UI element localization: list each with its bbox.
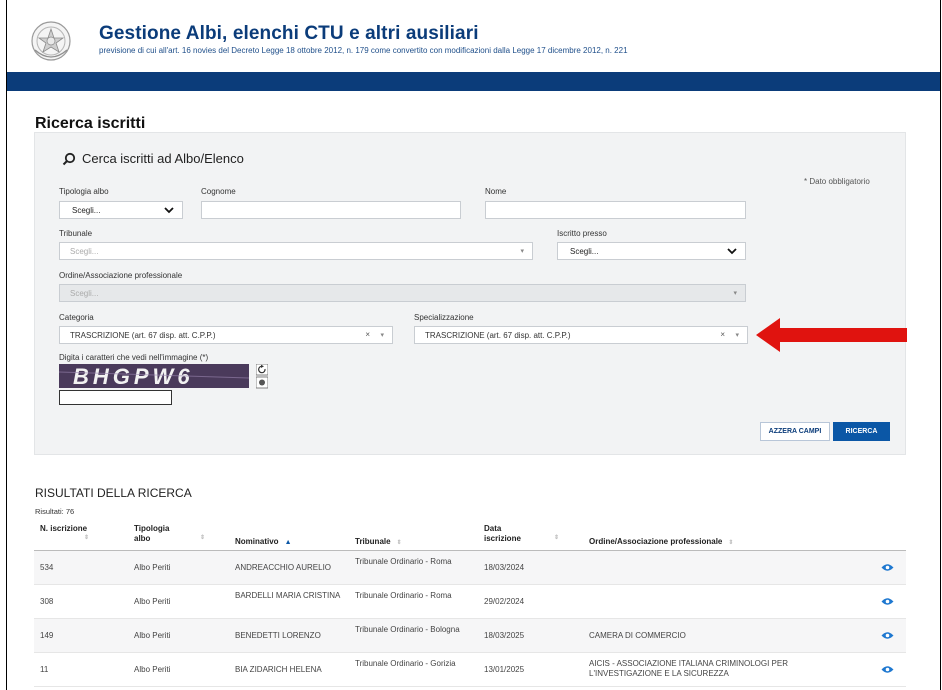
window-border-right (940, 0, 941, 690)
cell-data: 18/03/2024 (484, 563, 525, 572)
caret-down-icon: ▾ (733, 290, 737, 297)
site-title[interactable]: Gestione Albi, elenchi CTU e altri ausil… (99, 23, 479, 45)
cell-n: 534 (40, 563, 54, 572)
window-border-left (6, 0, 7, 690)
clear-icon[interactable]: × (365, 330, 370, 339)
refresh-captcha-icon[interactable] (256, 364, 268, 376)
reset-button[interactable]: AZZERA CAMPI (760, 422, 830, 441)
search-panel-heading: Cerca iscritti ad Albo/Elenco (62, 151, 244, 166)
cognome-input[interactable] (201, 201, 461, 219)
cell-tipologia: Albo Periti (134, 597, 171, 606)
iscritto-presso-select[interactable]: Scegli... (557, 242, 746, 260)
required-note: * Dato obbligatorio (804, 177, 870, 186)
tribunale-label: Tribunale (59, 229, 93, 238)
specializzazione-value: TRASCRIZIONE (art. 67 disp. att. C.P.P.) (425, 330, 571, 340)
site-subtitle: previsione di cui all'art. 16 novies del… (99, 46, 628, 55)
cell-nominativo: BENEDETTI LORENZO (235, 631, 321, 640)
cell-n: 149 (40, 631, 54, 640)
cell-nominativo: BIA ZIDARICH HELENA (235, 665, 322, 674)
eye-icon[interactable] (881, 665, 894, 674)
captcha-label: Digita i caratteri che vedi nell'immagin… (59, 353, 209, 362)
results-count: Risultati: 76 (35, 507, 75, 516)
sort-icon: ⇕ (84, 535, 90, 541)
caret-down-icon: ▾ (520, 248, 524, 255)
specializzazione-select[interactable]: TRASCRIZIONE (art. 67 disp. att. C.P.P.)… (414, 326, 748, 344)
table-header: N. iscrizione ⇕ Tipologia albo ⇕ Nominativ… (34, 519, 906, 551)
nome-label: Nome (485, 187, 507, 196)
sort-icon: ⇕ (396, 540, 402, 546)
tribunale-select[interactable]: Scegli... ▾ (59, 242, 533, 260)
cell-data: 18/03/2025 (484, 631, 525, 640)
audio-captcha-icon[interactable] (256, 376, 268, 389)
table-row[interactable]: 308 Albo Periti BARDELLI MARIA CRISTINA … (34, 585, 906, 619)
iscritto-presso-value: Scegli... (570, 246, 599, 256)
page-title: Ricerca iscritti (35, 115, 146, 132)
table-row[interactable]: 534 Albo Periti ANDREACCHIO AURELIO Trib… (34, 551, 906, 585)
cell-tipologia: Albo Periti (134, 563, 171, 572)
sort-icon: ⇕ (554, 535, 560, 541)
cell-tipologia: Albo Periti (134, 631, 171, 640)
nome-input[interactable] (485, 201, 746, 219)
search-icon (62, 152, 76, 165)
results-table: N. iscrizione ⇕ Tipologia albo ⇕ Nominativ… (34, 519, 906, 687)
cell-tipologia: Albo Periti (134, 665, 171, 674)
cell-tribunale: Tribunale Ordinario - Gorizia (355, 659, 456, 668)
sort-ascending-icon: ▲ (284, 539, 292, 546)
caret-down-icon: ▾ (735, 332, 739, 339)
captcha-controls (256, 364, 268, 389)
tipologia-label: Tipologia albo (59, 187, 109, 196)
tipologia-value: Scegli... (72, 205, 101, 215)
eye-icon[interactable] (881, 631, 894, 640)
ordine-select: Scegli... ▾ (59, 284, 746, 302)
ordine-label: Ordine/Associazione professionale (59, 271, 183, 280)
specializzazione-label: Specializzazione (414, 313, 474, 322)
cell-tribunale: Tribunale Ordinario - Roma (355, 557, 452, 566)
cell-n: 11 (40, 665, 49, 674)
clear-icon[interactable]: × (720, 330, 725, 339)
column-header-tribunale[interactable]: Tribunale ⇕ (355, 537, 402, 548)
tribunale-placeholder: Scegli... (70, 246, 99, 256)
column-header-ordine[interactable]: Ordine/Associazione professionale ⇕ (589, 537, 733, 548)
column-header-n-iscrizione[interactable]: N. iscrizione ⇕ (40, 524, 89, 541)
captcha-image: BHGPW6 (59, 364, 249, 388)
republic-emblem-icon (31, 21, 71, 61)
search-button[interactable]: RICERCA (833, 422, 890, 441)
chevron-down-icon (164, 207, 174, 214)
results-title: RISULTATI DELLA RICERCA (35, 486, 192, 500)
navigation-bar (7, 72, 940, 91)
cell-n: 308 (40, 597, 54, 606)
column-header-data[interactable]: Data iscrizione ⇕ (484, 524, 559, 544)
cell-ordine: AICIS - ASSOCIAZIONE ITALIANA CRIMINOLOG… (589, 659, 789, 678)
ordine-placeholder: Scegli... (70, 288, 99, 298)
cell-nominativo: ANDREACCHIO AURELIO (235, 563, 332, 572)
tipologia-select[interactable]: Scegli... (59, 201, 183, 219)
cell-data: 13/01/2025 (484, 665, 525, 674)
column-header-nominativo[interactable]: Nominativo ▲ (235, 537, 292, 548)
cell-ordine: CAMERA DI COMMERCIO (589, 631, 686, 640)
cell-tribunale: Tribunale Ordinario - Bologna (355, 625, 460, 634)
categoria-select[interactable]: TRASCRIZIONE (art. 67 disp. att. C.P.P.)… (59, 326, 393, 344)
sort-icon: ⇕ (200, 535, 206, 541)
table-row[interactable]: 11 Albo Periti BIA ZIDARICH HELENA Tribu… (34, 653, 906, 687)
red-arrow-annotation (756, 318, 907, 352)
iscritto-presso-label: Iscritto presso (557, 229, 607, 238)
caret-down-icon: ▾ (380, 332, 384, 339)
sort-icon: ⇕ (728, 540, 734, 546)
chevron-down-icon (727, 248, 737, 255)
eye-icon[interactable] (881, 563, 894, 572)
table-row[interactable]: 149 Albo Periti BENEDETTI LORENZO Tribun… (34, 619, 906, 653)
captcha-input[interactable] (59, 390, 172, 405)
cell-tribunale: Tribunale Ordinario - Roma (355, 591, 452, 600)
categoria-value: TRASCRIZIONE (art. 67 disp. att. C.P.P.) (70, 330, 216, 340)
column-header-tipologia[interactable]: Tipologia albo ⇕ (134, 524, 205, 544)
cognome-label: Cognome (201, 187, 236, 196)
eye-icon[interactable] (881, 597, 894, 606)
categoria-label: Categoria (59, 313, 94, 322)
cell-nominativo: BARDELLI MARIA CRISTINA (235, 591, 341, 600)
cell-data: 29/02/2024 (484, 597, 525, 606)
search-panel-title: Cerca iscritti ad Albo/Elenco (82, 151, 244, 166)
